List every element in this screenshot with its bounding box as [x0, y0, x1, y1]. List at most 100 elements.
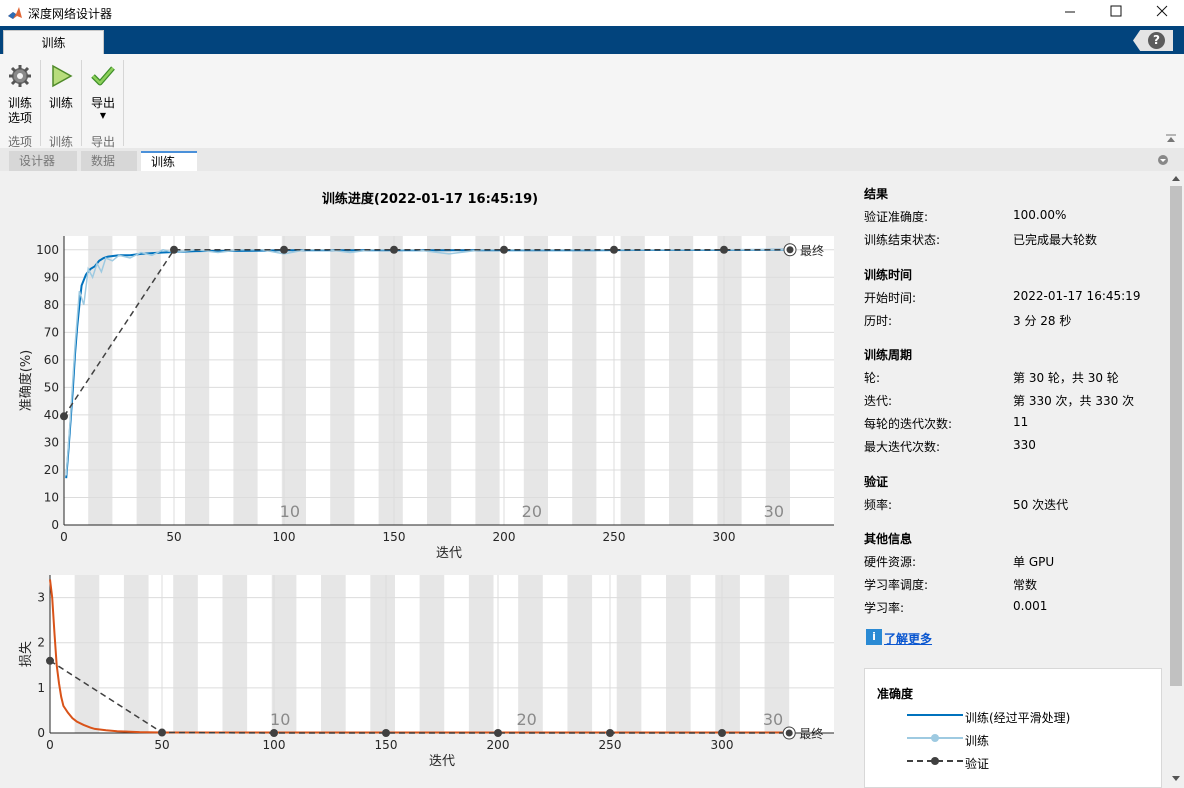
legend-panel: 准确度 训练(经过平滑处理) 训练 验证 [864, 668, 1162, 788]
y-tick-label: 100 [36, 243, 59, 257]
scrollbar-thumb[interactable] [1170, 186, 1182, 686]
info-value: 50 次迭代 [1013, 498, 1069, 512]
validation-point [500, 245, 508, 254]
legend-title: 准确度 [877, 687, 914, 701]
info-icon: i [866, 629, 882, 645]
epoch-band [88, 236, 113, 525]
epoch-band [765, 236, 790, 525]
minimize-button[interactable] [1047, 0, 1093, 26]
accuracy-chart: 0 10 20 30 40 50 60 70 80 90 100 0 50 100 150 200 250 300… [18, 236, 834, 561]
epoch-band [669, 236, 694, 525]
epoch-band [136, 236, 161, 525]
info-value: 330 [1013, 438, 1036, 452]
info-value: 已完成最大轮数 [1013, 233, 1098, 247]
maximize-button[interactable] [1093, 0, 1139, 26]
y-tick-label: 0 [37, 726, 45, 740]
tab-designer[interactable]: 设计器 [9, 151, 77, 171]
y-tick-label: 60 [44, 353, 59, 367]
epoch-band [185, 236, 210, 525]
x-tick-label: 150 [375, 738, 398, 752]
train-button[interactable]: 训练 [45, 64, 77, 111]
close-button[interactable] [1139, 0, 1184, 26]
info-value: 3 分 28 秒 [1013, 314, 1072, 328]
info-key: 学习率: [864, 601, 905, 615]
validation-point [494, 729, 502, 737]
epoch-band [321, 575, 346, 733]
x-axis-label: 迭代 [429, 754, 455, 769]
epoch-band [419, 575, 445, 733]
y-tick-label: 90 [44, 270, 59, 284]
epoch-number-label: 30 [764, 502, 784, 521]
section-training-cycle: 训练周期 [864, 348, 913, 362]
group-divider [123, 60, 124, 146]
epoch-band [233, 236, 258, 525]
help-button[interactable]: ? [1133, 30, 1173, 51]
close-icon [1156, 5, 1168, 17]
info-value: 第 330 次，共 330 次 [1013, 394, 1135, 408]
x-tick-label: 100 [273, 530, 296, 544]
info-key: 训练结束状态: [864, 233, 941, 247]
epoch-band [123, 575, 149, 733]
x-tick-label: 50 [154, 738, 169, 752]
epoch-band [616, 575, 642, 733]
y-axis-label: 准确度(%) [18, 350, 34, 412]
info-key: 迭代: [864, 394, 893, 408]
x-axis-label: 迭代 [436, 546, 462, 561]
export-button-label: 导出 [90, 96, 115, 110]
info-key: 每轮的迭代次数: [864, 417, 953, 431]
validation-point [786, 246, 794, 254]
validation-point [785, 729, 793, 737]
tab-data[interactable]: 数据 [81, 151, 137, 171]
training-options-button[interactable]: 训练 选项 [4, 64, 36, 126]
epoch-number-label: 10 [280, 502, 300, 521]
epoch-number-label: 30 [763, 710, 783, 729]
validation-point [720, 245, 728, 254]
y-tick-label: 30 [44, 435, 59, 449]
export-button[interactable]: 导出 ▼ [85, 64, 121, 121]
y-tick-label: 40 [44, 408, 59, 422]
x-tick-label: 200 [493, 530, 516, 544]
y-tick-label: 1 [37, 681, 45, 695]
info-key: 轮: [864, 371, 881, 385]
scroll-down-icon[interactable] [1171, 775, 1181, 783]
loss-chart: 01230 50 100 150 200 250 30010 20 30迭代损失最终 [19, 575, 834, 769]
title-bar: 深度网络设计器 [0, 0, 1184, 26]
y-tick-label: 0 [51, 518, 59, 532]
section-validation: 验证 [864, 475, 889, 489]
info-key: 历时: [864, 314, 893, 328]
learn-more-link[interactable]: 了解更多 [884, 630, 932, 647]
minimize-icon [1065, 11, 1075, 13]
y-tick-label: 2 [37, 636, 45, 650]
legend-train-marker [931, 734, 939, 742]
info-value: 11 [1013, 415, 1029, 429]
validation-point [270, 729, 278, 737]
tab-menu-icon[interactable] [1157, 154, 1169, 166]
y-axis-label: 损失 [19, 641, 34, 667]
info-value: 单 GPU [1013, 555, 1055, 569]
info-value: 第 30 轮，共 30 轮 [1013, 371, 1119, 385]
ribbon-tab-training[interactable]: 训练 [3, 30, 104, 55]
gear-icon [9, 65, 31, 87]
info-key: 频率: [864, 498, 893, 512]
epoch-band [173, 575, 198, 733]
epoch-number-label: 20 [522, 502, 542, 521]
info-value: 100.00% [1013, 208, 1067, 222]
training-options-label-2: 选项 [7, 111, 32, 125]
train-button-label: 训练 [48, 96, 73, 110]
toolstrip: 训练 选项 选项 训练 训练 导出 ▼ 导出 [0, 54, 1184, 149]
epoch-band [666, 575, 691, 733]
section-other-info: 其他信息 [864, 532, 913, 546]
group-divider [40, 60, 41, 146]
epoch-band [74, 575, 100, 733]
info-key: 硬件资源: [864, 555, 917, 569]
epoch-band [715, 575, 740, 733]
validation-point [382, 729, 390, 737]
scroll-up-icon[interactable] [1171, 174, 1181, 182]
validation-point [718, 729, 726, 737]
tab-training[interactable]: 训练 [141, 151, 197, 171]
y-tick-label: 70 [44, 325, 59, 339]
legend-entry-train: 训练 [965, 734, 990, 748]
epoch-band [468, 575, 494, 733]
collapse-toolstrip-icon[interactable] [1165, 134, 1177, 144]
x-tick-label: 300 [713, 530, 736, 544]
